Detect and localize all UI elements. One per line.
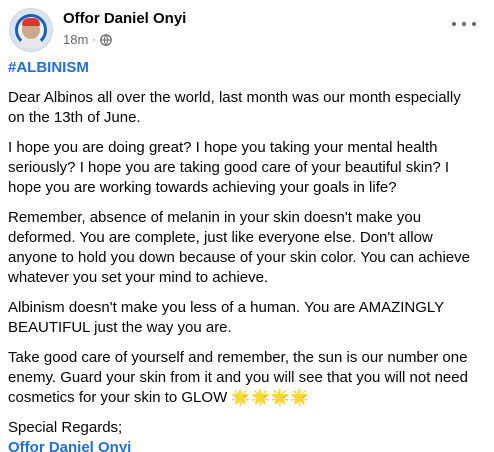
author-avatar[interactable] xyxy=(9,8,53,52)
meta-separator: · xyxy=(92,33,96,46)
post-meta: 18m · xyxy=(63,32,112,47)
globe-icon[interactable] xyxy=(100,33,112,46)
post-paragraph: I hope you are doing great? I hope you t… xyxy=(8,139,450,196)
post-paragraph-last: Take good care of yourself and remember,… xyxy=(8,348,480,408)
post-paragraph: Remember, absence of melanin in your ski… xyxy=(8,209,470,286)
hashtag-link[interactable]: #ALBINISM xyxy=(8,58,480,78)
post-header: Offor Daniel Onyi 18m · xyxy=(8,8,486,52)
author-name[interactable]: Offor Daniel Onyi xyxy=(63,10,186,27)
post-body: #ALBINISM Dear Albinos all over the worl… xyxy=(8,58,480,452)
post-time[interactable]: 18m xyxy=(63,32,88,47)
sun-emojis: 🌟🌟🌟🌟 xyxy=(231,389,311,406)
more-options-icon[interactable] xyxy=(452,18,476,30)
avatar-cap xyxy=(22,18,40,26)
facebook-post: Offor Daniel Onyi 18m · #ALBINISM Dear A… xyxy=(0,0,494,452)
post-paragraph: Dear Albinos all over the world, last mo… xyxy=(8,89,461,126)
post-paragraph: Albinism doesn't make you less of a huma… xyxy=(8,299,444,336)
signature-link[interactable]: Offor Daniel Onyi xyxy=(8,438,480,452)
closing-text: Special Regards; xyxy=(8,419,123,436)
